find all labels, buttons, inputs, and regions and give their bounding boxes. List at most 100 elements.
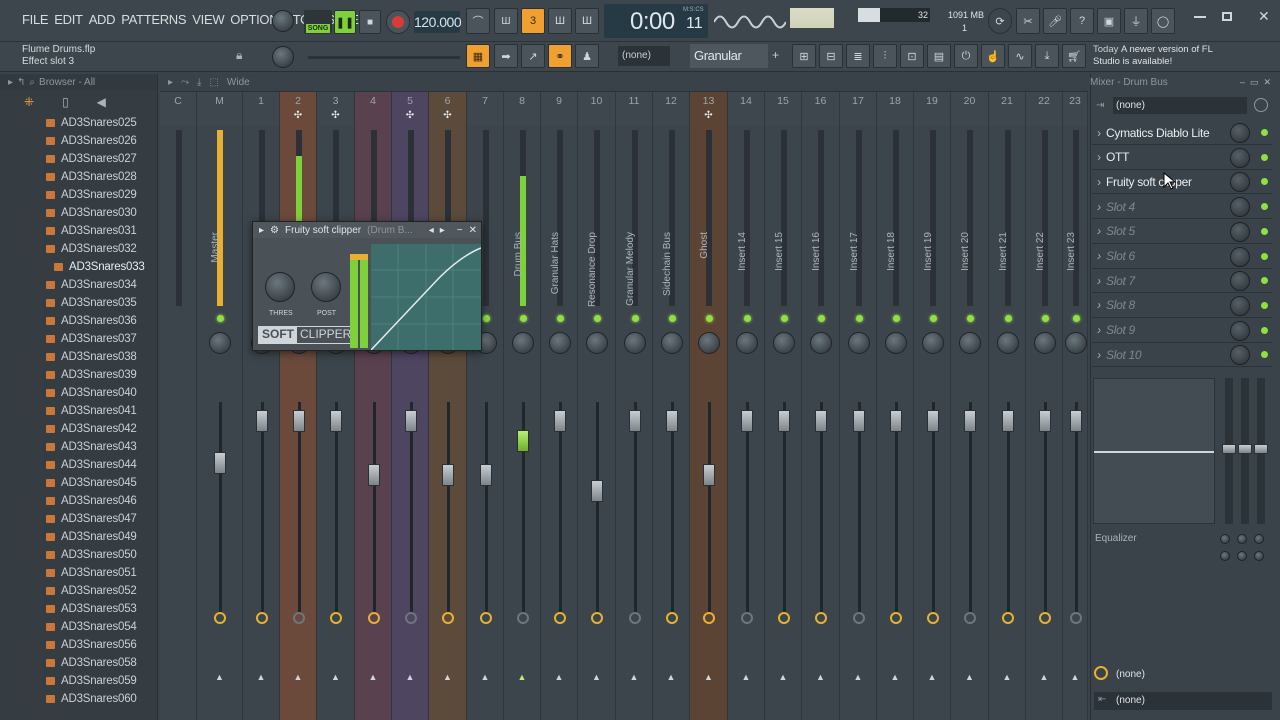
cart-icon[interactable]: 🛒︎ xyxy=(1062,44,1086,68)
track-link-icon[interactable] xyxy=(591,612,603,624)
route-arrow-icon[interactable]: ▲ xyxy=(653,672,689,682)
browser-item[interactable]: AD3Snares052 xyxy=(0,582,157,600)
track-enable-led[interactable] xyxy=(1072,315,1080,322)
song-mode-toggle[interactable]: SONG xyxy=(304,10,332,34)
next-preset-icon[interactable]: ▸ xyxy=(440,225,445,236)
playlist-icon[interactable]: ▦ xyxy=(466,44,490,68)
pan-knob[interactable] xyxy=(810,332,832,354)
route-icon[interactable]: ✣ xyxy=(280,110,316,121)
post-knob[interactable] xyxy=(311,272,341,302)
back-icon[interactable]: ↰ xyxy=(17,77,25,88)
pan-knob[interactable] xyxy=(735,332,758,354)
slot-expand-icon[interactable]: › xyxy=(1092,274,1106,288)
search-icon[interactable]: ⌕ xyxy=(29,77,35,88)
track-link-icon[interactable] xyxy=(330,612,342,624)
browser-item[interactable]: AD3Snares043 xyxy=(0,438,157,456)
track-link-icon[interactable] xyxy=(214,612,226,624)
mixer-track[interactable]: 21 Insert 21 ▲ xyxy=(989,92,1026,720)
browser-icon[interactable]: ▤ xyxy=(927,44,951,68)
volume-fader[interactable] xyxy=(926,410,939,432)
touch-icon[interactable]: ☝ xyxy=(981,44,1005,68)
volume-fader[interactable] xyxy=(703,464,715,486)
track-enable-led[interactable] xyxy=(482,315,490,322)
browser-item[interactable]: AD3Snares035 xyxy=(0,294,157,312)
eq-band-1[interactable] xyxy=(1222,378,1236,524)
slot-enable-led[interactable] xyxy=(1261,203,1268,211)
route-arrow-icon[interactable]: ▲ xyxy=(951,672,988,682)
slot-enable-led[interactable] xyxy=(1261,301,1268,309)
slot-mix-knob[interactable] xyxy=(1230,147,1250,168)
route-arrow-icon[interactable]: ▲ xyxy=(467,672,503,682)
track-enable-led[interactable] xyxy=(217,315,224,322)
track-enable-led[interactable] xyxy=(594,315,601,322)
browser-item[interactable]: AD3Snares060 xyxy=(0,690,157,708)
slot-enable-led[interactable] xyxy=(1261,277,1268,285)
minimize-icon[interactable] xyxy=(1194,16,1206,18)
download-icon[interactable]: ⤓ xyxy=(1035,44,1059,68)
fx-slot[interactable]: › Slot 5 xyxy=(1092,220,1272,244)
gear-icon[interactable]: ⚙ xyxy=(270,225,279,236)
volume-fader[interactable] xyxy=(777,410,790,432)
route-arrow-icon[interactable]: ▲ xyxy=(392,672,428,682)
mixer-track[interactable]: C xyxy=(160,92,197,720)
fx-slot[interactable]: › Slot 4 xyxy=(1092,195,1272,220)
mixer-track[interactable]: 11 Granular Melody ▲ xyxy=(616,92,653,720)
pause-button[interactable]: ❚❚ xyxy=(334,10,356,34)
route-arrow-icon[interactable]: ▲ xyxy=(280,672,316,682)
eq-graph[interactable] xyxy=(1093,378,1215,524)
browser-item[interactable]: AD3Snares033 xyxy=(0,258,157,276)
route-arrow-icon[interactable]: ▲ xyxy=(578,672,615,682)
track-enable-led[interactable] xyxy=(519,315,527,322)
slot-expand-icon[interactable]: › xyxy=(1092,348,1106,362)
browser-item[interactable]: AD3Snares031 xyxy=(0,222,157,240)
eq-band-3[interactable] xyxy=(1254,378,1268,524)
input-selector[interactable]: (none) xyxy=(1113,97,1247,114)
route-icon[interactable]: ✣ xyxy=(690,110,727,121)
slot-enable-led[interactable] xyxy=(1261,252,1268,260)
browser-item[interactable]: AD3Snares042 xyxy=(0,420,157,438)
fx-slot[interactable]: › Slot 9 xyxy=(1092,319,1272,343)
browser-speaker-icon[interactable]: ◀ xyxy=(97,95,106,109)
slot-mix-knob[interactable] xyxy=(1230,221,1250,242)
track-enable-led[interactable] xyxy=(780,315,788,322)
track-link-icon[interactable] xyxy=(442,612,454,624)
volume-fader[interactable] xyxy=(367,464,380,486)
step-edit-icon[interactable]: Ш xyxy=(548,8,572,34)
plugin-titlebar[interactable]: ▸ ⚙ Fruity soft clipper (Drum B... ◂ ▸ −… xyxy=(253,222,481,238)
browser-item[interactable]: AD3Snares025 xyxy=(0,114,157,132)
mixer-track[interactable]: 23 Insert 23 ▲ xyxy=(1063,92,1088,720)
volume-fader[interactable] xyxy=(255,410,268,432)
volume-fader[interactable] xyxy=(1069,410,1082,432)
metronome-icon[interactable]: ⌒ xyxy=(466,8,490,34)
track-enable-led[interactable] xyxy=(929,315,937,322)
menu-file[interactable]: FILE xyxy=(22,12,49,27)
pan-knob[interactable] xyxy=(548,332,571,354)
track-enable-led[interactable] xyxy=(743,315,751,322)
pan-knob[interactable] xyxy=(996,332,1019,354)
slot-expand-icon[interactable]: › xyxy=(1092,224,1106,238)
browser-item[interactable]: AD3Snares034 xyxy=(0,276,157,294)
route-arrow-icon[interactable]: ▲ xyxy=(1063,672,1087,682)
mixer-track[interactable]: 20 Insert 20 ▲ xyxy=(951,92,989,720)
link-icon[interactable]: ⚭ xyxy=(548,44,572,68)
pan-knob[interactable] xyxy=(660,332,683,354)
route-arrow-icon[interactable]: ▲ xyxy=(728,672,764,682)
tools-icon[interactable]: ✂ xyxy=(1016,8,1040,34)
mixer-view-icon[interactable]: ⬚ xyxy=(209,77,218,88)
track-link-icon[interactable] xyxy=(1069,612,1082,624)
chat-icon[interactable]: ◯ xyxy=(1151,8,1175,34)
volume-fader[interactable] xyxy=(214,452,226,474)
browser-item[interactable]: AD3Snares053 xyxy=(0,600,157,618)
route-arrow-icon[interactable]: ▲ xyxy=(243,672,279,682)
mixer-track[interactable]: 5 ✣ ▲ xyxy=(392,92,429,720)
mixer-track[interactable]: 22 Insert 22 ▲ xyxy=(1026,92,1063,720)
track-link-icon[interactable] xyxy=(740,612,753,624)
mixer-track[interactable]: 13 ✣ Ghost ▲ xyxy=(690,92,728,720)
prev-preset-icon[interactable]: ◂ xyxy=(429,225,434,236)
volume-fader[interactable] xyxy=(740,410,753,432)
mixer-track[interactable]: 9 Granular Hats ▲ xyxy=(541,92,578,720)
route-icon[interactable]: ✣ xyxy=(392,110,428,121)
mixer-track[interactable]: M Master ▲ xyxy=(197,92,243,720)
stop-button[interactable]: ■ xyxy=(359,10,381,34)
channel-rack-icon[interactable]: ⊞ xyxy=(792,44,816,68)
